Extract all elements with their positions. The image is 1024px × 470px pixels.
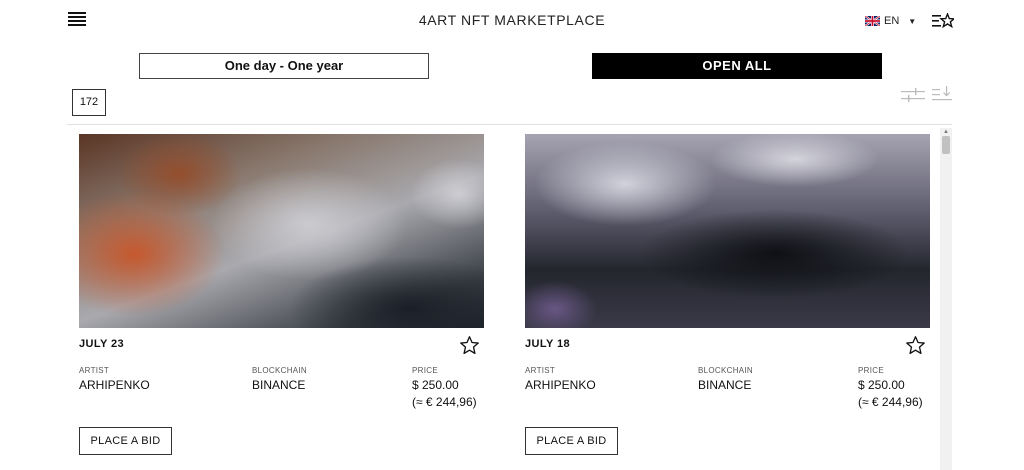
artist-field: ARTIST ARHIPENKO bbox=[525, 366, 596, 392]
nft-card[interactable]: JULY 23 ARTIST ARHIPENKO BLOCKCHAIN BINA… bbox=[79, 134, 484, 455]
price-eur-value: (≈ € 244,96) bbox=[858, 395, 923, 409]
sort-icon[interactable] bbox=[932, 86, 952, 102]
uk-flag-icon bbox=[865, 16, 880, 26]
blockchain-value: BINANCE bbox=[698, 378, 752, 392]
artist-value: ARHIPENKO bbox=[525, 378, 596, 392]
place-bid-button[interactable]: PLACE A BID bbox=[79, 427, 172, 455]
blockchain-label: BLOCKCHAIN bbox=[698, 366, 754, 375]
artwork-image[interactable] bbox=[79, 134, 484, 328]
language-selector[interactable]: EN ▼ bbox=[865, 15, 916, 27]
blockchain-label: BLOCKCHAIN bbox=[252, 366, 308, 375]
price-value: $ 250.00 bbox=[858, 378, 905, 392]
star-icon[interactable] bbox=[905, 335, 926, 356]
sliders-icon[interactable] bbox=[901, 88, 925, 102]
price-label: PRICE bbox=[412, 366, 438, 375]
price-field: PRICE $ 250.00 (≈ € 244,96) bbox=[858, 366, 923, 409]
price-eur-value: (≈ € 244,96) bbox=[412, 395, 477, 409]
blockchain-field: BLOCKCHAIN BINANCE bbox=[698, 366, 753, 392]
artist-value: ARHIPENKO bbox=[79, 378, 150, 392]
artist-field: ARTIST ARHIPENKO bbox=[79, 366, 150, 392]
toolbar-divider bbox=[67, 124, 952, 125]
price-field: PRICE $ 250.00 (≈ € 244,96) bbox=[412, 366, 477, 409]
scroll-up-icon[interactable]: ▲ bbox=[940, 128, 952, 136]
language-label: EN bbox=[884, 15, 900, 27]
open-all-button[interactable]: OPEN ALL bbox=[592, 53, 882, 79]
card-date: JULY 18 bbox=[525, 338, 571, 350]
blockchain-value: BINANCE bbox=[252, 378, 306, 392]
favorites-list-icon[interactable] bbox=[932, 13, 954, 29]
price-label: PRICE bbox=[858, 366, 884, 375]
artwork-image[interactable] bbox=[525, 134, 930, 328]
chevron-down-icon: ▼ bbox=[908, 16, 917, 26]
results-count-badge: 172 bbox=[72, 89, 106, 116]
card-date: JULY 23 bbox=[79, 338, 125, 350]
star-icon[interactable] bbox=[459, 335, 480, 356]
artist-label: ARTIST bbox=[79, 366, 110, 375]
scrollbar-thumb[interactable] bbox=[942, 136, 950, 154]
vertical-scrollbar[interactable]: ▲ bbox=[940, 128, 952, 470]
blockchain-field: BLOCKCHAIN BINANCE bbox=[252, 366, 307, 392]
artist-label: ARTIST bbox=[525, 366, 556, 375]
nft-card[interactable]: JULY 18 ARTIST ARHIPENKO BLOCKCHAIN BINA… bbox=[525, 134, 930, 455]
price-value: $ 250.00 bbox=[412, 378, 459, 392]
place-bid-button[interactable]: PLACE A BID bbox=[525, 427, 618, 455]
date-range-button[interactable]: One day - One year bbox=[139, 53, 429, 79]
